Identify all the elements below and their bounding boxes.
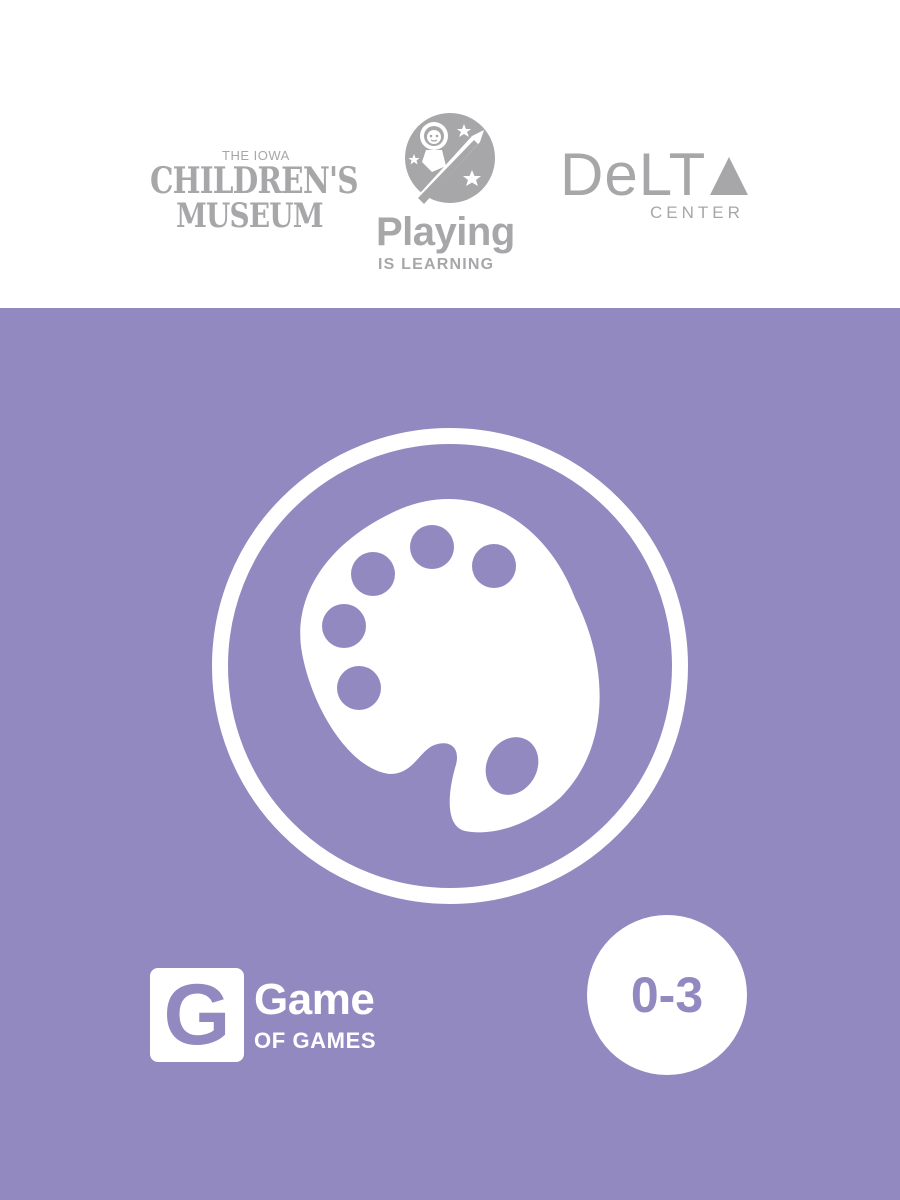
- artist-palette-icon: [212, 428, 688, 904]
- delta-center-logo: DeLT CENTER: [560, 145, 760, 225]
- age-range-badge: 0-3: [587, 915, 747, 1075]
- delta-logo-subtitle: CENTER: [650, 203, 744, 222]
- brand-subtitle: OF GAMES: [254, 1028, 377, 1053]
- delta-logo-title: DeLT: [560, 141, 707, 208]
- brand-title: Game: [254, 975, 375, 1024]
- g-logo-letter: G: [163, 967, 231, 1063]
- logo-header: THE IOWA CHILDREN'S MUSEUM Playing IS LE…: [0, 0, 900, 308]
- game-card: G Game OF GAMES 0-3: [0, 308, 900, 1200]
- playing-logo-subtitle: IS LEARNING: [378, 256, 495, 273]
- astronaut-rocket-icon: [405, 113, 495, 208]
- game-of-games-logo: G Game OF GAMES: [150, 968, 420, 1068]
- iowa-childrens-museum-logo: THE IOWA CHILDREN'S MUSEUM: [140, 140, 359, 240]
- triangle-icon: [710, 157, 748, 195]
- museum-logo-line3: MUSEUM: [176, 196, 324, 236]
- playing-is-learning-logo: Playing IS LEARNING: [372, 110, 534, 275]
- playing-logo-title: Playing: [376, 210, 515, 254]
